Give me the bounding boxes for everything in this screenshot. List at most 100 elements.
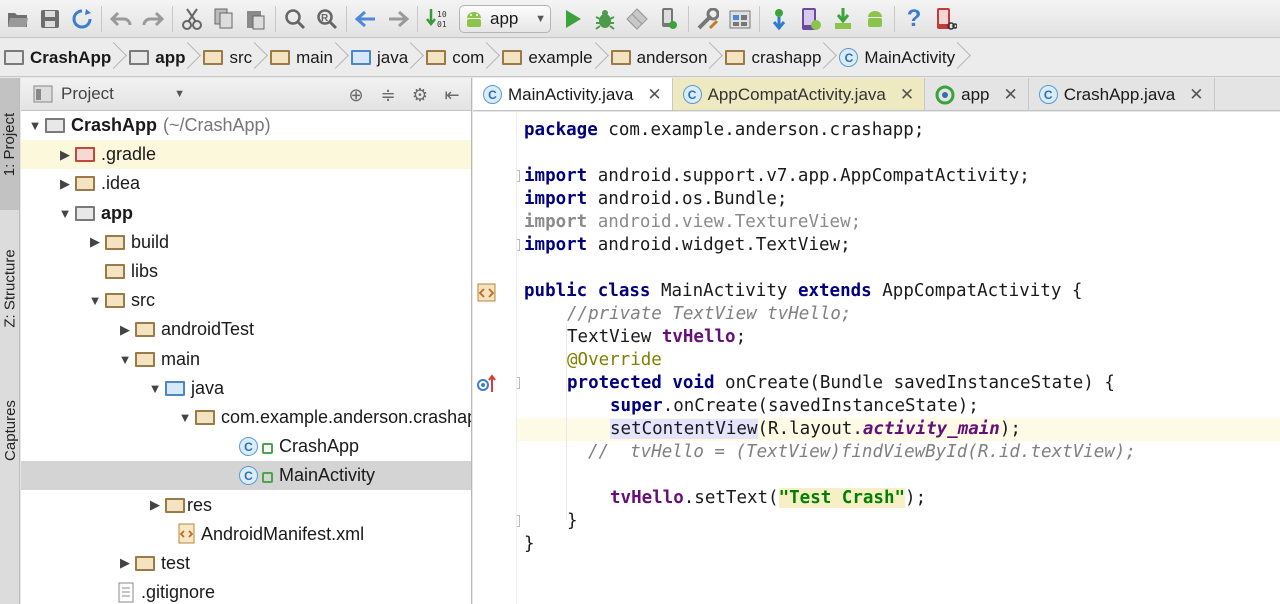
sync-gradle-icon[interactable]	[763, 3, 795, 35]
tree-item-crashapp-class[interactable]: C CrashApp	[21, 432, 471, 461]
editor-tab-bar: C MainActivity.java ✕ C AppCompatActivit…	[473, 78, 1280, 111]
fold-marker-icon[interactable]	[517, 170, 520, 182]
cut-icon[interactable]	[176, 3, 208, 35]
collapsed-arrow-icon[interactable]: ▶	[145, 497, 165, 513]
fold-marker-icon[interactable]	[517, 239, 520, 251]
collapsed-arrow-icon[interactable]: ▶	[85, 234, 105, 250]
forward-icon[interactable]	[382, 3, 414, 35]
editor-tab-mainactivity[interactable]: C MainActivity.java ✕	[473, 78, 673, 110]
folder-icon	[105, 264, 125, 280]
editor-tab-appcompatactivity[interactable]: C AppCompatActivity.java ✕	[672, 78, 926, 110]
replace-icon[interactable]: R	[311, 3, 343, 35]
tool-tab-captures[interactable]: Captures	[0, 370, 19, 490]
device-icon[interactable]	[930, 3, 962, 35]
locate-icon[interactable]: ⊕	[343, 82, 369, 108]
find-icon[interactable]	[279, 3, 311, 35]
expanded-arrow-icon[interactable]: ▼	[85, 293, 105, 308]
breadcrumb-item-mainactivity[interactable]: C MainActivity	[835, 39, 969, 76]
project-view-select[interactable]: Project ▼	[33, 81, 185, 107]
editor-tab-crashapp[interactable]: C CrashApp.java ✕	[1029, 78, 1215, 110]
tree-item-android-manifest[interactable]: AndroidManifest.xml	[21, 520, 471, 549]
collapsed-arrow-icon[interactable]: ▶	[55, 176, 75, 192]
layout-file-icon[interactable]	[476, 282, 498, 304]
tree-item-test[interactable]: ▶ test	[21, 549, 471, 578]
breadcrumb-label: com	[452, 47, 485, 67]
debug-icon[interactable]	[589, 3, 621, 35]
code-token: android.os.Bundle;	[587, 189, 788, 209]
paste-icon[interactable]	[240, 3, 272, 35]
fold-marker-icon[interactable]	[517, 515, 520, 527]
tree-item-package[interactable]: ▼ com.example.anderson.crashapp	[21, 403, 471, 432]
folder-open-icon[interactable]	[2, 3, 34, 35]
close-icon[interactable]: ✕	[1189, 85, 1203, 105]
run-icon[interactable]	[557, 3, 589, 35]
undo-icon[interactable]	[105, 3, 137, 35]
tree-item-mainactivity-class[interactable]: C MainActivity	[21, 461, 471, 491]
tree-item-gradle[interactable]: ▶ .gradle	[21, 140, 471, 170]
collapsed-arrow-icon[interactable]: ▶	[115, 555, 135, 571]
gear-icon[interactable]: ⚙	[407, 82, 433, 108]
breadcrumb-item-crashapp[interactable]: CrashApp	[0, 39, 125, 76]
close-icon[interactable]: ✕	[1003, 85, 1017, 105]
package-icon	[502, 50, 523, 65]
override-method-icon[interactable]	[476, 374, 498, 394]
attach-debugger-icon[interactable]	[653, 3, 685, 35]
tree-item-gitignore[interactable]: .gitignore	[21, 578, 471, 604]
tree-item-idea[interactable]: ▶ .idea	[21, 169, 471, 198]
android-monitor-icon[interactable]	[827, 3, 859, 35]
tree-item-label: com.example.anderson.crashapp	[221, 406, 472, 427]
tree-item-src[interactable]: ▼ src	[21, 286, 471, 315]
make-project-icon[interactable]: 10 01	[421, 3, 453, 35]
tool-tab-structure[interactable]: Z: Structure	[0, 218, 19, 358]
help-icon[interactable]: ?	[898, 3, 930, 35]
project-structure-icon[interactable]	[692, 3, 724, 35]
tree-item-java[interactable]: ▼ java	[21, 374, 471, 403]
code-line-10: TextView tvHello;	[567, 326, 746, 349]
collapsed-arrow-icon[interactable]: ▶	[115, 322, 135, 338]
tree-item-build[interactable]: ▶ build	[21, 228, 471, 257]
expanded-arrow-icon[interactable]: ▼	[25, 118, 45, 133]
code-line-1: package com.example.anderson.crashapp;	[524, 119, 924, 142]
hide-panel-icon[interactable]: ⇤	[439, 82, 465, 108]
breadcrumb-item-main[interactable]: main	[266, 39, 347, 76]
breadcrumb-item-src[interactable]: src	[199, 39, 266, 76]
breadcrumb-item-com[interactable]: com	[422, 39, 498, 76]
tree-item-res[interactable]: ▶ res	[21, 490, 471, 519]
fold-marker-icon[interactable]	[517, 377, 520, 389]
run-configuration-select[interactable]: app ▼	[459, 4, 551, 33]
expanded-arrow-icon[interactable]: ▼	[55, 206, 75, 221]
close-icon[interactable]: ✕	[900, 85, 914, 105]
breadcrumb-item-example[interactable]: example	[498, 39, 606, 76]
collapsed-arrow-icon[interactable]: ▶	[55, 147, 75, 163]
editor-tab-label: MainActivity.java	[508, 84, 634, 104]
tree-item-app[interactable]: ▼ app	[21, 199, 471, 228]
back-icon[interactable]	[350, 3, 382, 35]
tool-tab-label: Captures	[1, 399, 19, 461]
save-icon[interactable]	[34, 3, 66, 35]
avd-manager-icon[interactable]	[795, 3, 827, 35]
code-token: @Override	[567, 350, 662, 370]
breadcrumb-item-java[interactable]: java	[347, 39, 422, 76]
coverage-icon[interactable]	[621, 3, 653, 35]
sdk-manager-icon[interactable]	[724, 3, 756, 35]
code-token: "Test Crash"	[778, 488, 906, 508]
breadcrumb-item-anderson[interactable]: anderson	[607, 39, 722, 76]
tree-item-libs[interactable]: libs	[21, 257, 471, 286]
tree-item-androidtest[interactable]: ▶ androidTest	[21, 315, 471, 344]
tool-tab-project[interactable]: 1: Project	[0, 78, 19, 210]
collapse-all-icon[interactable]: ≑	[375, 82, 401, 108]
android-sdk-icon[interactable]	[859, 3, 891, 35]
sync-icon[interactable]	[66, 3, 98, 35]
editor-tab-app-gradle[interactable]: app ✕	[925, 78, 1029, 110]
redo-icon[interactable]	[137, 3, 169, 35]
expanded-arrow-icon[interactable]: ▼	[145, 381, 165, 396]
breadcrumb-item-app[interactable]: app	[125, 39, 199, 76]
close-icon[interactable]: ✕	[647, 85, 661, 105]
copy-icon[interactable]	[208, 3, 240, 35]
tree-item-main[interactable]: ▼ main	[21, 345, 471, 374]
code-editor[interactable]: package com.example.anderson.crashapp; i…	[517, 112, 1280, 604]
tree-item-crashapp-root[interactable]: ▼ CrashApp (~/CrashApp)	[21, 111, 471, 140]
breadcrumb-item-crashapp-package[interactable]: crashapp	[721, 39, 835, 76]
expanded-arrow-icon[interactable]: ▼	[175, 410, 195, 425]
expanded-arrow-icon[interactable]: ▼	[115, 352, 135, 367]
